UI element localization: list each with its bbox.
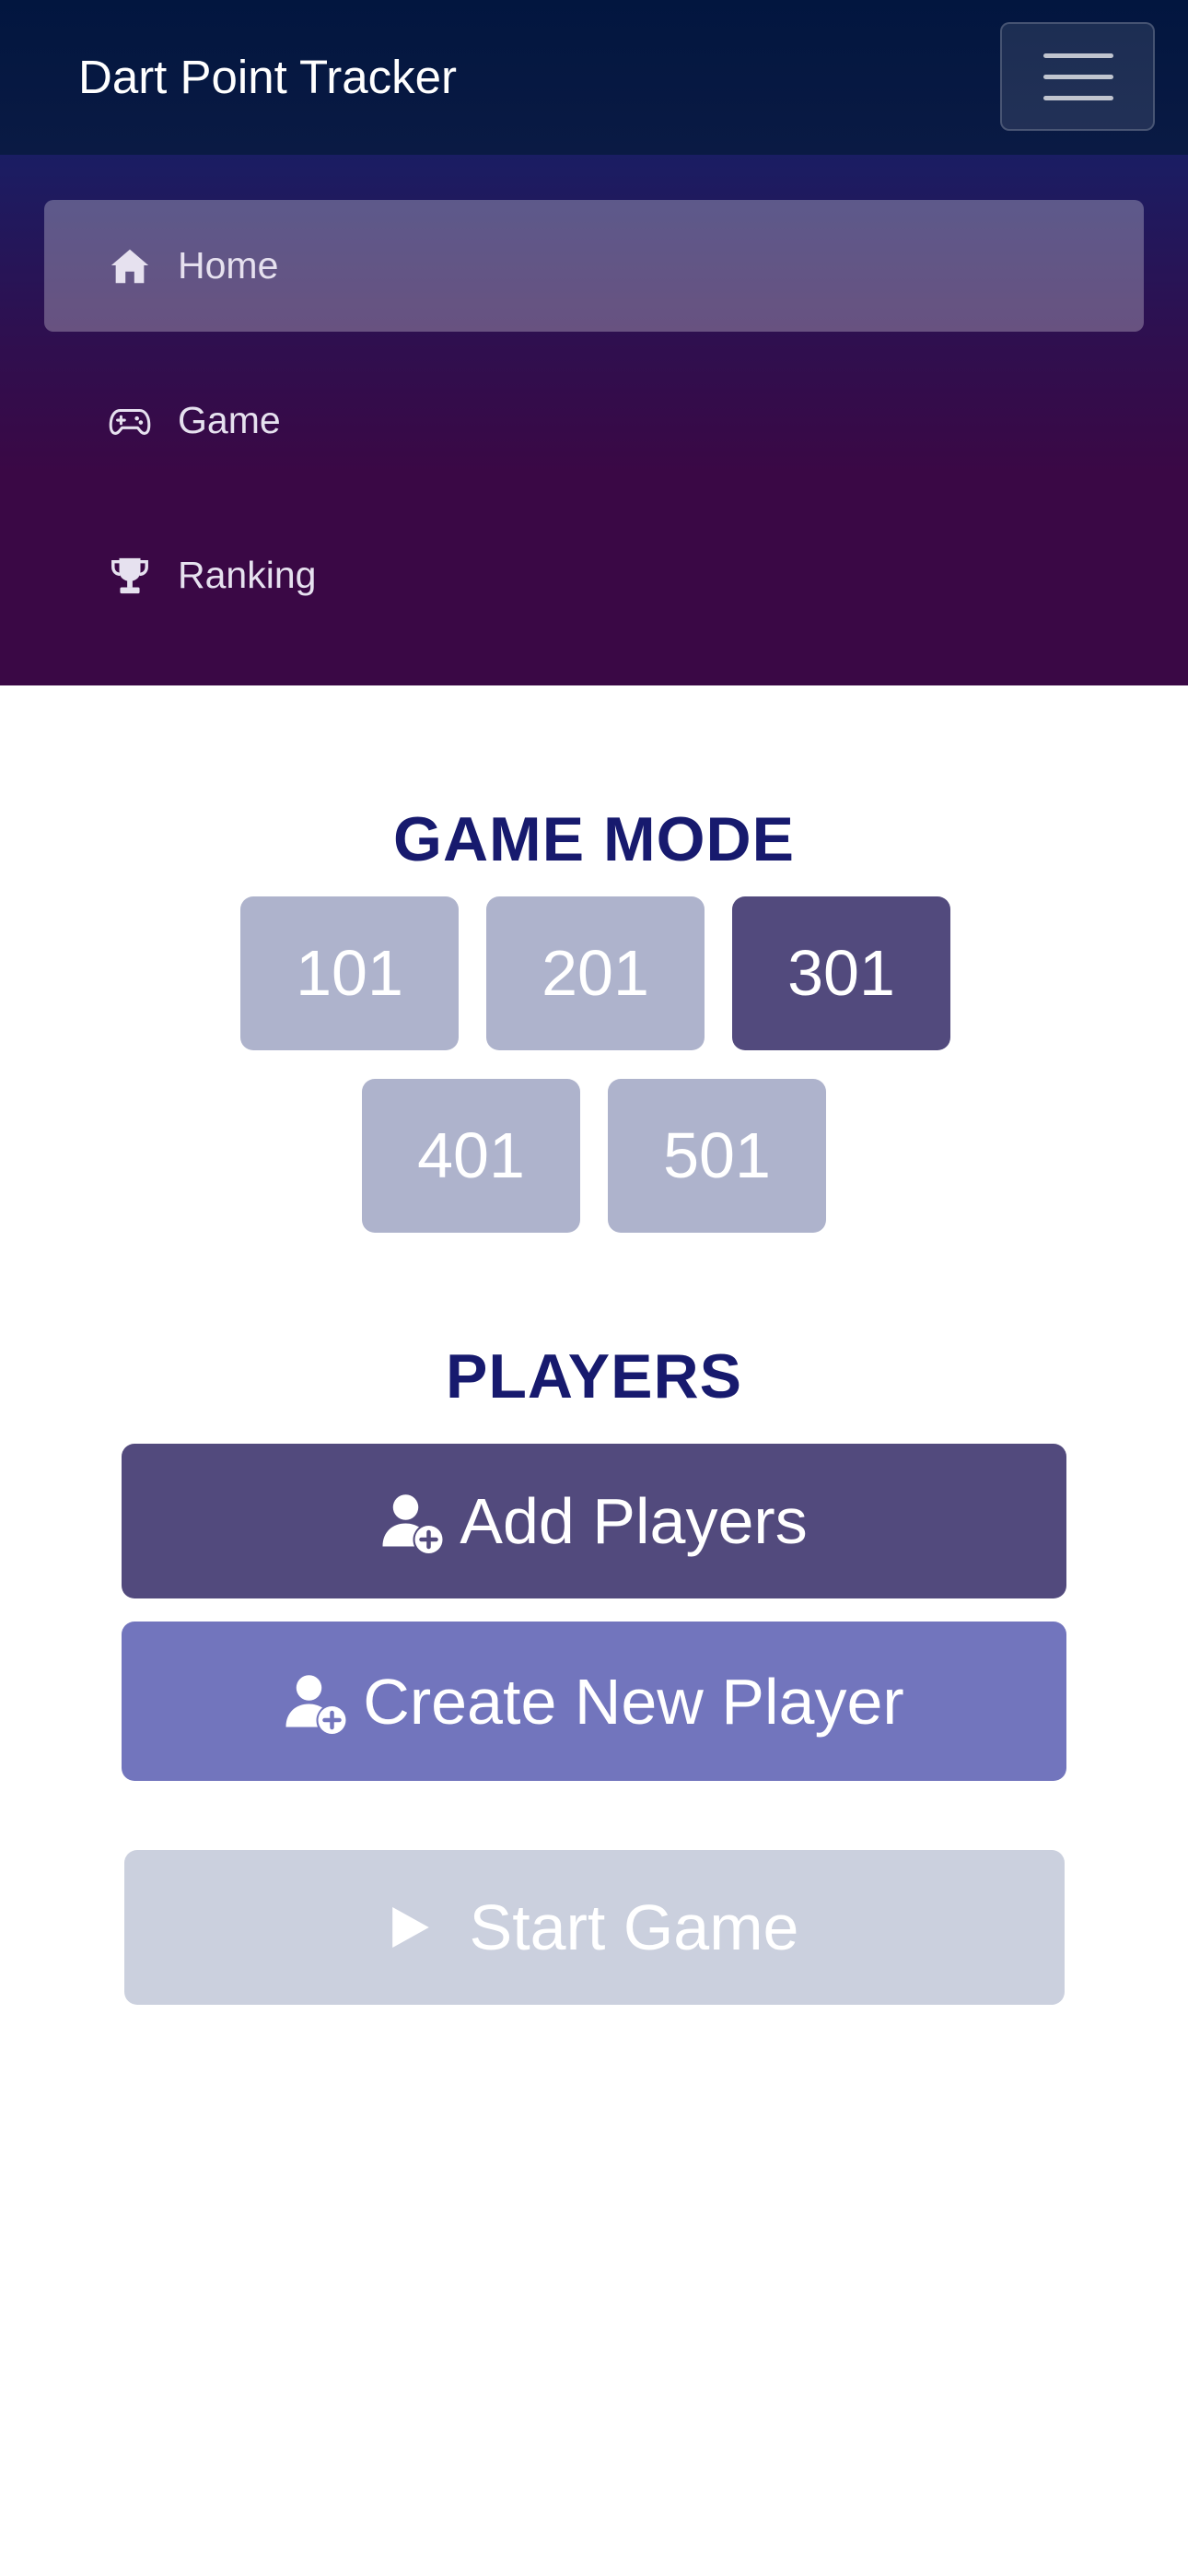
nav-item-label: Home — [178, 244, 279, 287]
add-players-button-content: Add Players — [122, 1444, 1066, 1598]
mode-button-301[interactable]: 301 — [732, 896, 950, 1050]
hamburger-menu-icon — [1043, 53, 1113, 58]
nav-menu: Home Game Ranking — [0, 155, 1188, 685]
nav-item-home[interactable]: Home — [44, 200, 1144, 332]
play-icon — [391, 1907, 429, 1948]
game-mode-title: GAME MODE — [393, 804, 795, 875]
hamburger-menu-icon — [1043, 75, 1113, 79]
start-game-label: Start Game — [469, 1891, 799, 1963]
create-new-player-button[interactable]: Create New Player — [122, 1622, 1066, 1781]
gamepad-icon — [109, 408, 151, 435]
user-plus-icon — [285, 1674, 346, 1734]
players-title: PLAYERS — [446, 1341, 742, 1412]
hamburger-menu-icon — [1043, 96, 1113, 100]
add-players-label: Add Players — [460, 1485, 808, 1557]
brand-title[interactable]: Dart Point Tracker — [78, 50, 457, 105]
nav-item-label: Game — [178, 399, 281, 441]
start-game-button[interactable]: Start Game — [124, 1850, 1065, 2005]
nav-item-label: Ranking — [178, 554, 317, 596]
mode-button-401[interactable]: 401 — [362, 1079, 580, 1233]
mode-button-101[interactable]: 101 — [240, 896, 459, 1050]
add-players-button[interactable]: Add Players — [122, 1444, 1066, 1598]
create-new-player-label: Create New Player — [363, 1665, 904, 1738]
start-game-button-content: Start Game — [124, 1850, 1065, 2005]
create-new-player-button-content: Create New Player — [122, 1622, 1066, 1781]
home-icon — [111, 249, 149, 284]
mode-button-201[interactable]: 201 — [486, 896, 705, 1050]
nav-item-game[interactable]: Game — [44, 355, 1144, 486]
mode-button-501[interactable]: 501 — [608, 1079, 826, 1233]
navbar: Dart Point Tracker — [0, 0, 1188, 155]
navbar-toggle-button[interactable] — [1000, 22, 1155, 131]
user-plus-icon — [382, 1494, 443, 1553]
nav-item-ranking[interactable]: Ranking — [44, 509, 1144, 641]
trophy-icon — [111, 557, 148, 594]
